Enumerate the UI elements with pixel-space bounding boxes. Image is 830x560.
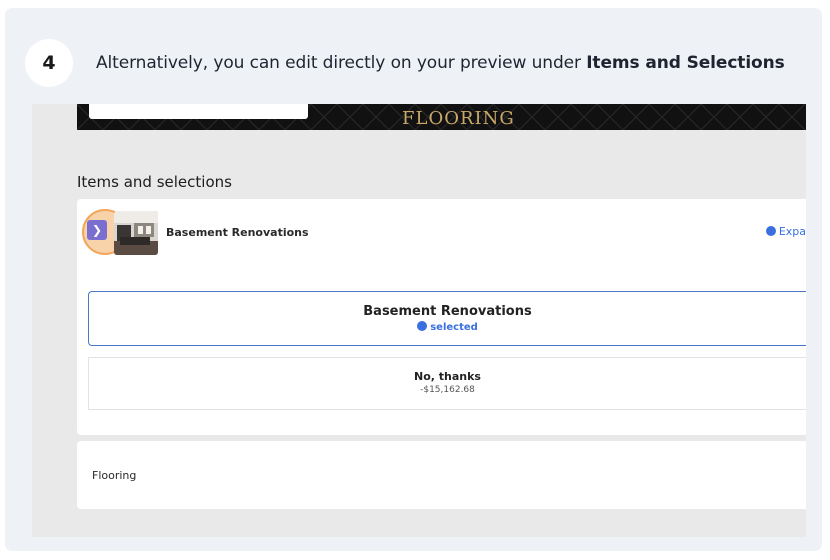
option-price: -$15,162.68: [420, 385, 475, 395]
banner-logo-text: FLOORING: [402, 108, 515, 129]
expand-link-label: Expa: [778, 225, 806, 238]
selected-status: selected: [89, 321, 806, 333]
step-instruction: Alternatively, you can edit directly on …: [96, 53, 785, 73]
expand-item-button[interactable]: ❯: [87, 220, 107, 240]
option-title: Basement Renovations: [363, 304, 532, 319]
item-name: Flooring: [92, 469, 137, 482]
banner-search-input[interactable]: [89, 104, 308, 119]
step-instruction-highlight: Items and Selections: [586, 53, 785, 73]
item-name: Basement Renovations: [166, 226, 309, 239]
option-title: No, thanks: [414, 370, 481, 383]
status-dot-icon: [765, 226, 776, 236]
flooring-banner: FLOORING: [77, 104, 806, 130]
item-thumbnail: [114, 211, 158, 255]
step-instruction-text: Alternatively, you can edit directly on …: [96, 53, 587, 73]
preview-screenshot: FLOORING Items and selections ❯ Basement…: [32, 104, 806, 537]
step-number: 4: [25, 39, 73, 87]
selected-status-label: selected: [430, 322, 478, 333]
tutorial-step-card: 4 Alternatively, you can edit directly o…: [5, 8, 822, 551]
item-panel: ❯ Basement Renovations Expa Basement Ren…: [77, 199, 806, 435]
step-header: 4 Alternatively, you can edit directly o…: [25, 39, 785, 87]
items-section-title: Items and selections: [77, 173, 232, 191]
option-basement-renovations[interactable]: Basement Renovations selected: [88, 291, 806, 346]
expand-link[interactable]: Expa: [765, 225, 806, 238]
basement-photo: [114, 211, 158, 255]
selected-dot-icon: [417, 321, 428, 331]
item-panel-flooring[interactable]: Flooring: [77, 441, 806, 509]
item-header: ❯ Basement Renovations Expa: [82, 209, 806, 255]
chevron-right-icon: ❯: [91, 223, 103, 237]
option-no-thanks[interactable]: No, thanks -$15,162.68: [88, 357, 806, 410]
